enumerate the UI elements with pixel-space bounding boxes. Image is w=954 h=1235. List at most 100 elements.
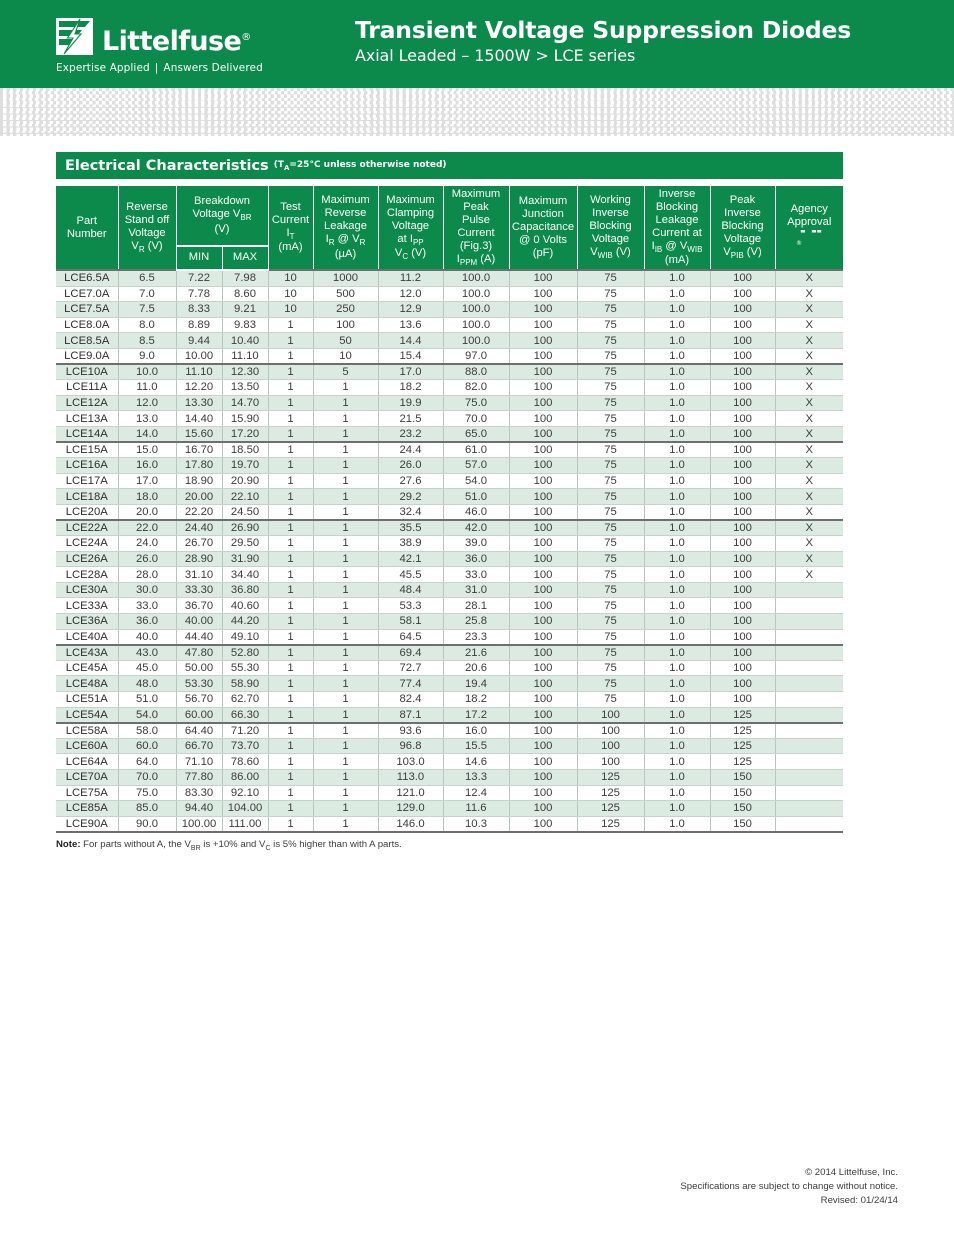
cell-max: 9.83 [221,317,269,334]
cell-cj: 100 [508,644,578,661]
cell-min: 28.90 [175,551,223,568]
cell-vpib: 100 [709,348,776,365]
cell-vr: 28.0 [117,566,177,583]
table-row: LCE40A 40.0 44.40 49.10 1 1 64.5 23.3 100 75 1.0 10… [56,629,843,646]
page-subtitle: Axial Leaded – 1500W > LCE series [355,46,636,66]
cell-max: 55.30 [221,660,269,677]
cell-iib: 1.0 [643,457,711,474]
cell-min: 12.20 [175,379,223,396]
cell-cj: 100 [508,488,578,505]
cell-max: 34.40 [221,566,269,583]
cell-ir: 50 [312,332,379,349]
col-max-reverse-leakage: Maximum Reverse Leakage IR @ VR (µA) [312,186,379,271]
cell-max: 40.60 [221,597,269,614]
cell-vc: 129.0 [377,800,444,817]
cell-agency [774,644,843,661]
cell-ippm: 46.0 [442,504,510,521]
cell-part: LCE14A [56,426,119,443]
table-row: LCE22A 22.0 24.40 26.90 1 1 35.5 42.0 100 75 1.0 10… [56,519,843,537]
cell-iib: 1.0 [643,379,711,396]
cell-vc: 146.0 [377,816,444,833]
cell-iib: 1.0 [643,441,711,459]
cell-vwib: 75 [576,488,645,505]
cell-part: LCE12A [56,395,119,412]
cell-vc: 96.8 [377,738,444,755]
cell-iib: 1.0 [643,551,711,568]
cell-ippm: 11.6 [442,800,510,817]
cell-cj: 100 [508,363,578,381]
cell-it: 1 [267,379,314,396]
table-row: LCE30A 30.0 33.30 36.80 1 1 48.4 31.0 100 75 1.0 10… [56,582,843,599]
cell-iib: 1.0 [643,722,711,739]
cell-cj: 100 [508,286,578,303]
cell-it: 1 [267,332,314,349]
table-row: LCE51A 51.0 56.70 62.70 1 1 82.4 18.2 100 75 1.0 10… [56,691,843,708]
cell-ippm: 100.0 [442,286,510,303]
col-peak-inverse-blocking-voltage: Peak Inverse Blocking Voltage VPIB (V) [709,186,776,271]
cell-part: LCE9.0A [56,348,119,365]
cell-ir: 1 [312,800,379,817]
cell-vc: 103.0 [377,753,444,770]
cell-min: 71.10 [175,753,223,770]
table-row: LCE6.5A 6.5 7.22 7.98 10 1000 11.2 100.0 100 75 1.… [56,269,843,287]
table-row: LCE15A 15.0 16.70 18.50 1 1 24.4 61.0 100 75 1.0 10… [56,441,843,459]
cell-it: 1 [267,410,314,427]
cell-min: 44.40 [175,629,223,646]
cell-ippm: 31.0 [442,582,510,599]
cell-agency [774,613,843,630]
cell-cj: 100 [508,332,578,349]
note-text-2: is +10% and V [200,838,266,850]
cell-vc: 48.4 [377,582,444,599]
table-header: Part Number Reverse Stand off Voltage VR (V)… [56,186,843,272]
cell-vc: 82.4 [377,691,444,708]
cell-agency: X [774,410,843,427]
note-sub-1: BR [190,844,201,852]
cell-part: LCE15A [56,441,119,459]
cell-vr: 15.0 [117,441,177,459]
cell-min: 20.00 [175,488,223,505]
cell-it: 1 [267,504,314,521]
cell-cj: 100 [508,785,578,802]
cell-ippm: 39.0 [442,535,510,552]
cell-max: 8.60 [221,286,269,303]
section-condition: (TA=25°C unless otherwise noted) [274,160,447,172]
cell-cj: 100 [508,457,578,474]
cell-vpib: 100 [709,488,776,505]
cell-ippm: 88.0 [442,363,510,381]
cell-agency: X [774,301,843,318]
cell-ippm: 36.0 [442,551,510,568]
table-row: LCE85A 85.0 94.40 104.00 1 1 129.0 11.6 100 125 1.… [56,800,843,817]
cell-vwib: 75 [576,395,645,412]
cell-vwib: 75 [576,286,645,303]
cell-agency: X [774,286,843,303]
cell-ippm: 65.0 [442,426,510,443]
cell-iib: 1.0 [643,691,711,708]
cell-cj: 100 [508,675,578,692]
logo-wordmark: Littelfuse® [102,28,251,55]
cell-ir: 100 [312,317,379,334]
cell-agency: X [774,504,843,521]
cell-vc: 42.1 [377,551,444,568]
cell-iib: 1.0 [643,785,711,802]
cell-ippm: 18.2 [442,691,510,708]
cell-it: 1 [267,597,314,614]
cell-iib: 1.0 [643,473,711,490]
table-row: LCE18A 18.0 20.00 22.10 1 1 29.2 51.0 100 75 1.0 10… [56,488,843,505]
cell-agency [774,785,843,802]
cell-agency [774,738,843,755]
cell-vr: 70.0 [117,769,177,786]
cell-vpib: 100 [709,332,776,349]
cell-agency: X [774,441,843,459]
cell-agency [774,800,843,817]
cell-max: 86.00 [221,769,269,786]
cell-vwib: 75 [576,582,645,599]
cell-iib: 1.0 [643,566,711,583]
cell-vc: 32.4 [377,504,444,521]
cell-vr: 11.0 [117,379,177,396]
cell-part: LCE70A [56,769,119,786]
cell-part: LCE40A [56,629,119,646]
table-row: LCE14A 14.0 15.60 17.20 1 1 23.2 65.0 100 75 1.0 10… [56,426,843,443]
cell-vwib: 75 [576,457,645,474]
cell-vr: 7.5 [117,301,177,318]
cell-max: 19.70 [221,457,269,474]
